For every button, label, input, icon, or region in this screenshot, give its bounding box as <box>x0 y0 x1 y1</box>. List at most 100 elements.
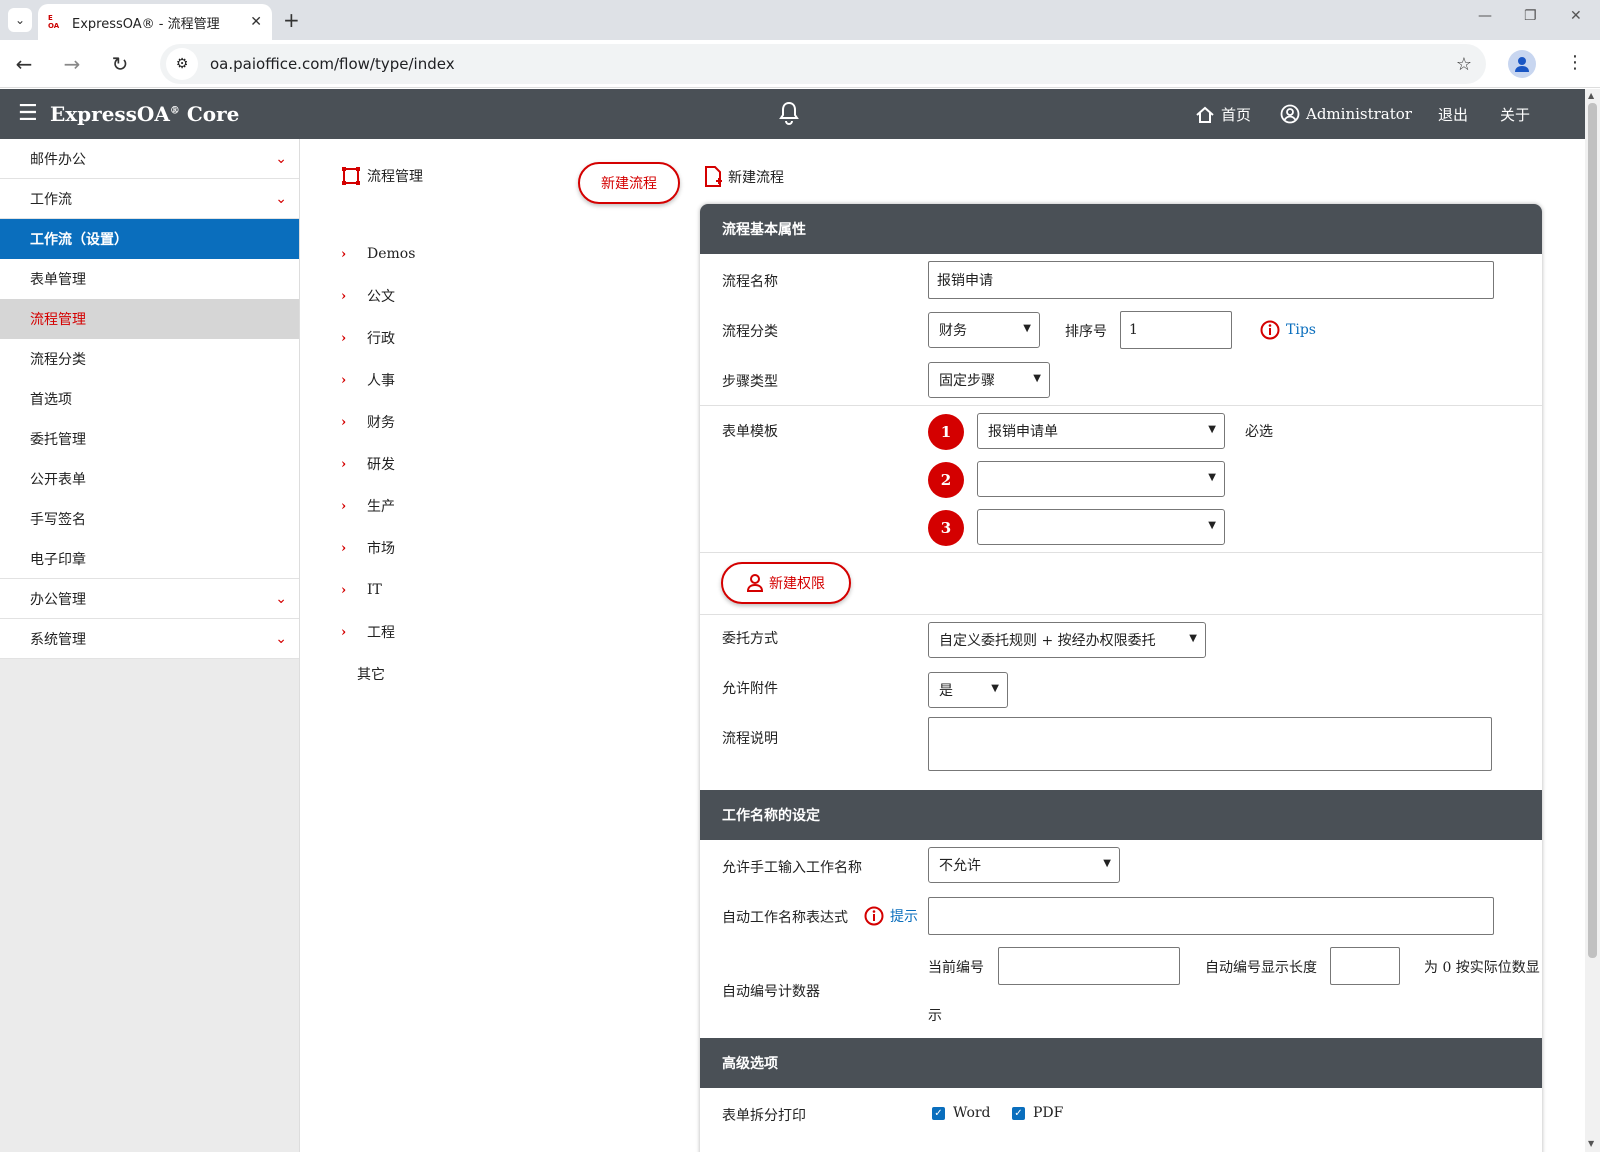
home-label: 首页 <box>1221 106 1252 124</box>
select-value: 报销申请单 <box>988 424 1058 440</box>
tab-search-button[interactable]: ⌄ <box>8 8 32 32</box>
page-scrollbar[interactable]: ▲ ▼ <box>1585 89 1600 1152</box>
new-permission-label: 新建权限 <box>769 576 825 592</box>
flow-name-label: 流程名称 <box>722 274 778 290</box>
chevron-down-icon: ▼ <box>1208 424 1216 435</box>
browser-menu-icon[interactable]: ⋮ <box>1566 52 1584 73</box>
current-number-input[interactable] <box>998 947 1180 985</box>
sidebar-item-preferences[interactable]: 首选项 <box>0 379 299 419</box>
hamburger-menu-icon[interactable]: ☰ <box>18 101 38 126</box>
chevron-down-icon: ⌄ <box>275 590 287 607</box>
favicon-icon: E OA <box>48 14 60 30</box>
pdf-checkbox[interactable]: ✓ PDF <box>1012 1105 1063 1121</box>
url-text[interactable]: oa.paioffice.com/flow/type/index <box>210 55 1456 73</box>
tree-item[interactable]: › 研发 <box>341 443 415 485</box>
display-length-label: 自动编号显示长度 <box>1205 960 1317 976</box>
sidebar-group-mail[interactable]: 邮件办公 ⌄ <box>0 139 299 179</box>
tree-item[interactable]: › 公文 <box>341 275 415 317</box>
user-menu[interactable]: Administrator <box>1280 104 1412 124</box>
tree-title-label: 流程管理 <box>367 169 423 185</box>
window-close-icon[interactable]: ✕ <box>1570 8 1582 24</box>
delegate-select[interactable]: 自定义委托规则 + 按经办权限委托 ▼ <box>928 622 1206 658</box>
tips-link[interactable]: Tips <box>1260 320 1316 340</box>
sidebar-item-flow-category[interactable]: 流程分类 <box>0 339 299 379</box>
about-link[interactable]: 关于 <box>1500 104 1530 125</box>
site-settings-icon[interactable]: ⚙ <box>166 48 198 80</box>
sidebar-group-office[interactable]: 办公管理 ⌄ <box>0 579 299 619</box>
template-number-badge: 1 <box>928 414 964 450</box>
chevron-down-icon: ▼ <box>1033 373 1041 384</box>
home-link[interactable]: 首页 <box>1195 104 1251 125</box>
new-permission-button[interactable]: 新建权限 <box>721 562 851 604</box>
sidebar-item-e-seal[interactable]: 电子印章 <box>0 539 299 579</box>
chevron-right-icon: › <box>341 330 347 346</box>
scroll-down-icon[interactable]: ▼ <box>1588 1139 1594 1148</box>
template-number-badge: 2 <box>928 462 964 498</box>
tree-item[interactable]: › 市场 <box>341 527 415 569</box>
tree-item[interactable]: › Demos <box>341 233 415 275</box>
sidebar-item-workflow-settings[interactable]: 工作流（设置） <box>0 219 299 259</box>
sidebar-item-flow-manage[interactable]: 流程管理 <box>0 299 299 339</box>
logout-link[interactable]: 退出 <box>1438 104 1468 125</box>
close-icon[interactable]: ✕ <box>250 14 262 30</box>
user-circle-icon <box>1280 104 1300 124</box>
chevron-right-icon: › <box>341 414 347 430</box>
template-select-2[interactable]: ▼ <box>977 461 1225 497</box>
app-header: ☰ ExpressOA® Core 首页 Administrator 退出 关于 <box>0 89 1585 139</box>
reload-icon[interactable]: ↻ <box>106 50 134 78</box>
browser-tab[interactable]: E OA ExpressOA® - 流程管理 ✕ <box>38 4 272 40</box>
attachment-select[interactable]: 是 ▼ <box>928 672 1008 708</box>
sidebar-item-public-form[interactable]: 公开表单 <box>0 459 299 499</box>
sidebar-group-workflow[interactable]: 工作流 ⌄ <box>0 179 299 219</box>
forward-icon[interactable]: → <box>58 50 86 78</box>
tree-item-label: 工程 <box>367 625 395 641</box>
scrollbar-thumb[interactable] <box>1588 103 1597 958</box>
expression-input[interactable] <box>928 897 1494 935</box>
sidebar-item-form-manage[interactable]: 表单管理 <box>0 259 299 299</box>
sidebar: 邮件办公 ⌄ 工作流 ⌄ 工作流（设置） 表单管理 流程管理 流程分类 首选项 委托… <box>0 139 300 1152</box>
flow-category-select[interactable]: 财务 ▼ <box>928 312 1040 348</box>
expression-hint-link[interactable]: 提示 <box>864 906 918 926</box>
tree-item-label: 市场 <box>367 541 395 557</box>
order-input[interactable]: 1 <box>1120 311 1232 349</box>
tree-item[interactable]: › 生产 <box>341 485 415 527</box>
tree-item[interactable]: › 行政 <box>341 317 415 359</box>
description-textarea[interactable] <box>928 717 1492 771</box>
notification-bell-icon[interactable] <box>778 101 800 129</box>
new-tab-icon[interactable]: + <box>283 8 300 32</box>
divider <box>700 552 1542 553</box>
category-tree: › Demos › 公文 › 行政 › 人事 › 财务 › 研发 › 生产 › 市场 › IT ›… <box>341 233 415 695</box>
app-brand[interactable]: ExpressOA® Core <box>50 102 239 126</box>
minimize-icon[interactable]: — <box>1478 8 1492 24</box>
sidebar-item-delegate[interactable]: 委托管理 <box>0 419 299 459</box>
counter-label: 自动编号计数器 <box>722 984 820 1000</box>
chevron-right-icon: › <box>341 288 347 304</box>
select-value: 自定义委托规则 + 按经办权限委托 <box>939 633 1156 649</box>
restore-icon[interactable]: ❐ <box>1524 8 1537 24</box>
template-select-1[interactable]: 报销申请单 ▼ <box>977 413 1225 449</box>
required-note: 必选 <box>1245 424 1273 440</box>
display-length-input[interactable] <box>1330 947 1400 985</box>
flow-name-input[interactable]: 报销申请 <box>928 261 1494 299</box>
tree-item[interactable]: › 人事 <box>341 359 415 401</box>
scroll-up-icon[interactable]: ▲ <box>1588 91 1594 100</box>
sidebar-group-system[interactable]: 系统管理 ⌄ <box>0 619 299 659</box>
bookmark-star-icon[interactable]: ☆ <box>1456 54 1472 75</box>
template-select-3[interactable]: ▼ <box>977 509 1225 545</box>
select-value: 是 <box>939 683 953 699</box>
divider <box>700 405 1542 406</box>
chevron-down-icon: ⌄ <box>275 630 287 647</box>
manual-name-select[interactable]: 不允许 ▼ <box>928 847 1120 883</box>
back-icon[interactable]: ← <box>10 50 38 78</box>
step-type-select[interactable]: 固定步骤 ▼ <box>928 362 1050 398</box>
sidebar-item-handwriting[interactable]: 手写签名 <box>0 499 299 539</box>
tree-item[interactable]: › 财务 <box>341 401 415 443</box>
word-checkbox[interactable]: ✓ Word <box>932 1105 991 1121</box>
profile-avatar-icon[interactable] <box>1508 50 1536 78</box>
address-bar[interactable]: ⚙ oa.paioffice.com/flow/type/index ☆ <box>160 44 1486 84</box>
brand-mark: ® <box>169 105 180 117</box>
new-flow-button[interactable]: 新建流程 <box>578 162 680 204</box>
tree-item-other[interactable]: 其它 <box>341 653 415 695</box>
tree-item[interactable]: › IT <box>341 569 415 611</box>
tree-item[interactable]: › 工程 <box>341 611 415 653</box>
